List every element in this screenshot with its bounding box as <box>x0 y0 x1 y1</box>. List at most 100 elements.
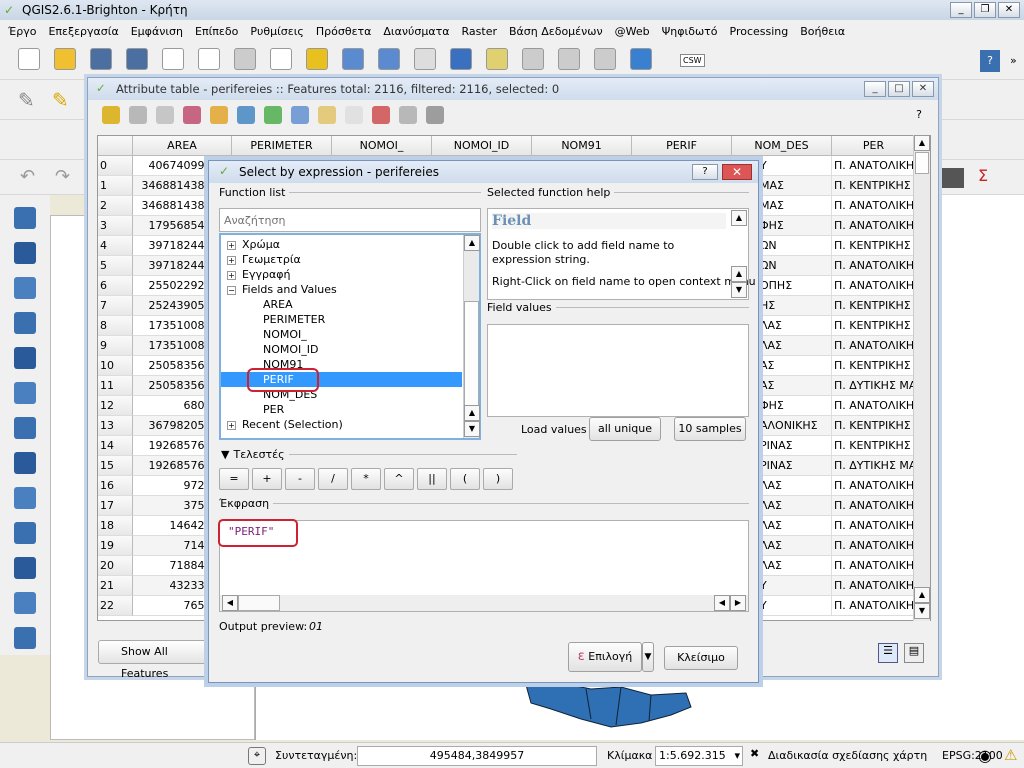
per-cell[interactable]: Π. ΚΕΝΤΡΙΚΗΣ Μ <box>832 416 916 436</box>
row-header[interactable]: 17 <box>98 496 133 516</box>
layer-add-icon[interactable] <box>14 382 36 404</box>
restore-button[interactable]: ❐ <box>974 2 996 18</box>
per-cell[interactable]: Π. ΑΝΑΤΟΛΙΚΗΣ <box>832 496 916 516</box>
column-header[interactable]: NOMOI_ID <box>432 136 532 156</box>
row-header[interactable]: 5 <box>98 256 133 276</box>
expand-icon[interactable]: + <box>227 421 236 430</box>
per-cell[interactable]: Π. ΚΕΝΤΡΙΚΗΣ Μ <box>832 316 916 336</box>
per-cell[interactable]: Π. ΚΕΝΤΡΙΚΗΣ Μ <box>832 176 916 196</box>
column-header[interactable]: NOM_DES <box>732 136 832 156</box>
per-cell[interactable]: Π. ΑΝΑΤΟΛΙΚΗΣ <box>832 276 916 296</box>
help-button[interactable]: ? <box>980 50 1000 72</box>
menu-item[interactable]: Επεξεργασία <box>48 25 118 38</box>
layer-add-icon[interactable] <box>14 627 36 649</box>
scroll-up-button[interactable]: ▲ <box>914 587 930 603</box>
layer-add-icon[interactable] <box>14 487 36 509</box>
operator-button[interactable]: + <box>252 468 282 490</box>
scroll-thumb[interactable] <box>238 595 280 611</box>
per-cell[interactable]: Π. ΚΕΝΤΡΙΚΗΣ Μ <box>832 356 916 376</box>
minimize-button[interactable]: _ <box>950 2 972 18</box>
all-unique-button[interactable]: all unique <box>589 417 661 441</box>
help-button[interactable]: ? <box>692 164 718 180</box>
menu-item[interactable]: Διανύσματα <box>383 25 449 38</box>
per-cell[interactable]: Π. ΑΝΑΤΟΛΙΚΗΣ <box>832 556 916 576</box>
attribute-tool-icon[interactable] <box>102 106 120 124</box>
row-header[interactable]: 10 <box>98 356 133 376</box>
toolbar-tool-icon[interactable] <box>198 48 220 70</box>
row-header[interactable]: 16 <box>98 476 133 496</box>
tree-item-εγγραφ-[interactable]: + Εγγραφή <box>221 267 479 282</box>
toolbar-tool-icon[interactable] <box>162 48 184 70</box>
toolbar-tool-icon[interactable] <box>594 48 616 70</box>
edit-pencils-icon[interactable]: ✎ <box>18 88 35 112</box>
operator-button[interactable]: - <box>285 468 315 490</box>
layer-add-icon[interactable] <box>14 347 36 369</box>
expand-icon[interactable]: + <box>227 241 236 250</box>
attribute-tool-icon[interactable] <box>183 106 201 124</box>
sum-icon[interactable]: Σ <box>978 166 988 185</box>
tree-item-χρ-μα[interactable]: + Χρώμα <box>221 237 479 252</box>
per-cell[interactable]: Π. ΔΥΤΙΚΗΣ ΜΑΚ <box>832 376 916 396</box>
row-header[interactable]: 11 <box>98 376 133 396</box>
row-header[interactable]: 18 <box>98 516 133 536</box>
scale-combobox[interactable]: 1:5.692.315 ▾ <box>655 746 743 766</box>
row-header[interactable]: 4 <box>98 236 133 256</box>
layer-add-icon[interactable] <box>14 592 36 614</box>
toolbar-tool-icon[interactable] <box>18 48 40 70</box>
toolbar-tool-icon[interactable] <box>126 48 148 70</box>
per-cell[interactable]: Π. ΑΝΑΤΟΛΙΚΗΣ <box>832 536 916 556</box>
close-button[interactable]: ✕ <box>998 2 1020 18</box>
scroll-right-button[interactable]: ▶ <box>730 595 746 611</box>
crs-button[interactable]: EPSG:2100 <box>942 749 1003 762</box>
expression-editor[interactable]: "PERIF" ◀ ◀ ▶ <box>218 519 749 612</box>
layer-add-icon[interactable] <box>14 242 36 264</box>
row-header[interactable]: 22 <box>98 596 133 616</box>
layer-add-icon[interactable] <box>14 417 36 439</box>
operator-button[interactable]: || <box>417 468 447 490</box>
row-header[interactable]: 14 <box>98 436 133 456</box>
per-cell[interactable]: Π. ΑΝΑΤΟΛΙΚΗΣ <box>832 516 916 536</box>
close-button[interactable]: ✕ <box>722 164 752 180</box>
collapse-triangle-icon[interactable]: ▼ <box>221 448 229 461</box>
redo-icon[interactable]: ↷ <box>55 166 70 187</box>
attribute-tool-icon[interactable] <box>237 106 255 124</box>
tree-scrollbar[interactable]: ▲ ▲ ▼ <box>463 235 480 438</box>
raster-tool-icon[interactable] <box>942 168 964 188</box>
tree-item-γεωμετρ-α[interactable]: + Γεωμετρία <box>221 252 479 267</box>
column-header[interactable]: PERIF <box>632 136 732 156</box>
column-header[interactable]: PERIMETER <box>232 136 332 156</box>
coordinate-toggle-icon[interactable]: ⌖ <box>248 747 266 765</box>
operator-button[interactable]: ^ <box>384 468 414 490</box>
expression-text[interactable]: "PERIF" <box>228 525 274 538</box>
attribute-tool-icon[interactable] <box>399 106 417 124</box>
menu-item[interactable]: Εμφάνιση <box>131 25 183 38</box>
toolbar-tool-icon[interactable] <box>306 48 328 70</box>
operator-button[interactable]: * <box>351 468 381 490</box>
scroll-up-button[interactable]: ▲ <box>731 210 747 226</box>
menu-item[interactable]: Βοήθεια <box>800 25 845 38</box>
render-checkbox[interactable]: ✖ <box>750 747 759 760</box>
table-view-button[interactable]: ☰ <box>878 643 898 663</box>
tree-item-per[interactable]: PER <box>221 402 479 417</box>
toolbar-tool-icon[interactable] <box>414 48 436 70</box>
operator-button[interactable]: / <box>318 468 348 490</box>
function-search-input[interactable] <box>219 208 481 232</box>
vertical-scrollbar[interactable]: ▲ ▲ ▼ <box>913 135 930 621</box>
maximize-button[interactable]: □ <box>888 81 910 97</box>
toolbar-tool-icon[interactable] <box>378 48 400 70</box>
help-button[interactable]: ? <box>916 108 922 121</box>
row-header[interactable]: 8 <box>98 316 133 336</box>
per-cell[interactable]: Π. ΑΝΑΤΟΛΙΚΗΣ <box>832 196 916 216</box>
operator-button[interactable]: ) <box>483 468 513 490</box>
menu-item[interactable]: Πρόσθετα <box>316 25 372 38</box>
row-header[interactable]: 21 <box>98 576 133 596</box>
menu-item[interactable]: Ψηφιδωτό <box>662 25 718 38</box>
crs-globe-icon[interactable]: ◉ <box>978 746 992 765</box>
scroll-down-button[interactable]: ▼ <box>914 603 930 619</box>
toolbar-tool-icon[interactable] <box>342 48 364 70</box>
per-cell[interactable]: Π. ΚΕΝΤΡΙΚΗΣ Μ <box>832 436 916 456</box>
row-header[interactable]: 1 <box>98 176 133 196</box>
attribute-tool-icon[interactable] <box>210 106 228 124</box>
row-header[interactable]: 3 <box>98 216 133 236</box>
layer-add-icon[interactable] <box>14 277 36 299</box>
